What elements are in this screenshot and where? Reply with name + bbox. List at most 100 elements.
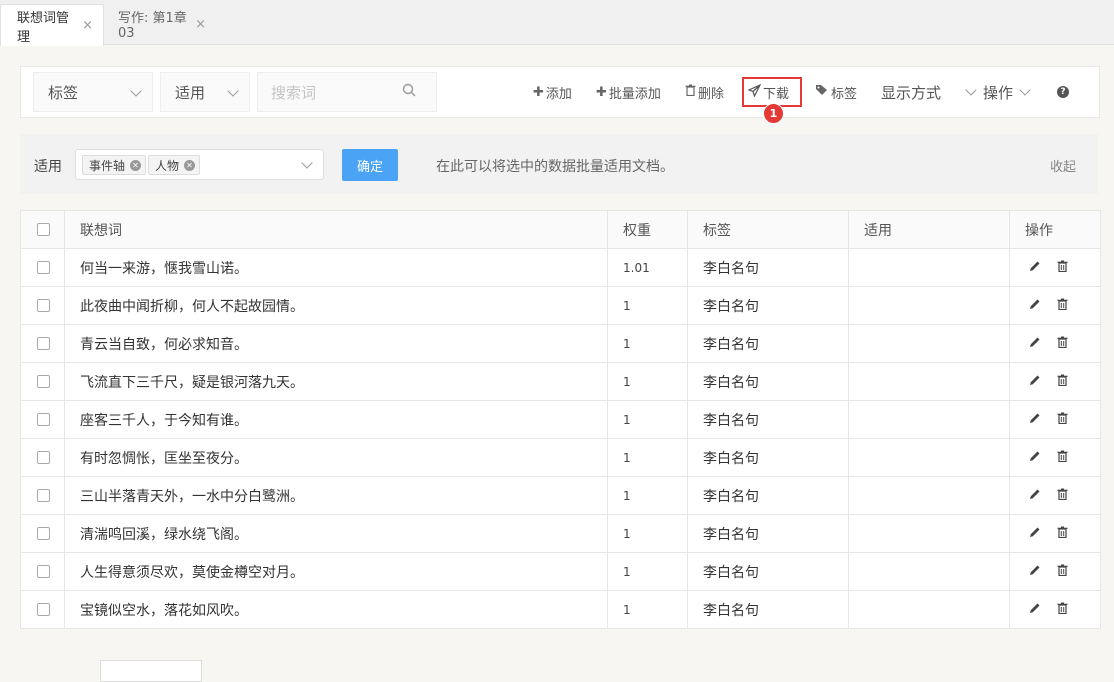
table-row[interactable]: 飞流直下三千尺，疑是银河落九天。 1 李白名句 — [20, 362, 1101, 401]
collapse-link[interactable]: 收起 — [1050, 156, 1076, 175]
cell-tag: 李白名句 — [687, 552, 849, 591]
row-checkbox[interactable] — [37, 261, 50, 274]
edit-icon[interactable] — [1029, 298, 1041, 314]
batch-add-button[interactable]: ✚ 批量添加 — [596, 67, 661, 117]
cell-apply — [848, 552, 1010, 591]
edit-icon[interactable] — [1029, 374, 1041, 390]
row-checkbox[interactable] — [37, 527, 50, 540]
delete-icon[interactable] — [1057, 336, 1068, 352]
tag-button[interactable]: 标签 — [815, 67, 857, 117]
association-word-table: 联想词 权重 标签 适用 操作 何当一来游，惬我雪山诺。 1.01 李白名句 此夜曲中… — [20, 210, 1101, 629]
row-checkbox[interactable] — [37, 603, 50, 616]
row-checkbox[interactable] — [37, 565, 50, 578]
chevron-down-icon — [301, 157, 313, 169]
batch-add-label: 批量添加 — [608, 86, 661, 102]
cell-actions — [1009, 324, 1101, 363]
search-input[interactable] — [258, 73, 393, 113]
cell-tag: 李白名句 — [687, 286, 849, 325]
table-row[interactable]: 何当一来游，惬我雪山诺。 1.01 李白名句 — [20, 248, 1101, 287]
delete-icon[interactable] — [1057, 564, 1068, 580]
header-actions: 操作 — [1009, 210, 1101, 249]
delete-icon[interactable] — [1057, 374, 1068, 390]
table-row[interactable]: 有时忽惆怅，匡坐至夜分。 1 李白名句 — [20, 438, 1101, 477]
edit-icon[interactable] — [1029, 564, 1041, 580]
row-checkbox[interactable] — [37, 375, 50, 388]
row-checkbox[interactable] — [37, 451, 50, 464]
add-button[interactable]: ✚ 添加 — [533, 67, 572, 117]
remove-chip-icon[interactable]: ✕ — [130, 159, 142, 171]
page-size-select[interactable] — [100, 660, 202, 682]
cell-weight: 1 — [607, 514, 688, 553]
row-checkbox[interactable] — [37, 489, 50, 502]
plus-icon: ✚ — [596, 84, 607, 100]
display-mode-label: 显示方式 — [881, 83, 942, 102]
tag-filter-select[interactable]: 标签 — [33, 72, 153, 112]
close-icon[interactable]: × — [82, 18, 103, 33]
confirm-button[interactable]: 确定 — [342, 149, 398, 181]
table-row[interactable]: 宝镜似空水，落花如风吹。 1 李白名句 — [20, 590, 1101, 629]
remove-chip-icon[interactable]: ✕ — [184, 159, 196, 171]
header-word[interactable]: 联想词 — [64, 210, 608, 249]
delete-icon[interactable] — [1057, 450, 1068, 466]
delete-icon[interactable] — [1057, 602, 1068, 618]
row-checkbox[interactable] — [37, 299, 50, 312]
delete-icon[interactable] — [1057, 412, 1068, 428]
table-row[interactable]: 三山半落青天外，一水中分白鹭洲。 1 李白名句 — [20, 476, 1101, 515]
edit-icon[interactable] — [1029, 450, 1041, 466]
tab-writing[interactable]: 写作: 第1章03 × — [102, 4, 216, 44]
help-icon: ? — [1057, 86, 1069, 98]
cell-tag: 李白名句 — [687, 400, 849, 439]
display-mode-dropdown[interactable]: 显示方式 — [881, 67, 977, 117]
row-checkbox[interactable] — [37, 337, 50, 350]
cell-actions — [1009, 286, 1101, 325]
apply-filter-label: 适用 — [175, 83, 206, 102]
cell-weight: 1 — [607, 552, 688, 591]
table-row[interactable]: 青云当自致，何必求知音。 1 李白名句 — [20, 324, 1101, 363]
apply-hint: 在此可以将选中的数据批量适用文档。 — [436, 159, 674, 175]
header-apply[interactable]: 适用 — [848, 210, 1010, 249]
table-row[interactable]: 此夜曲中闻折柳，何人不起故园情。 1 李白名句 — [20, 286, 1101, 325]
header-weight[interactable]: 权重 — [607, 210, 688, 249]
row-checkbox[interactable] — [37, 413, 50, 426]
edit-icon[interactable] — [1029, 488, 1041, 504]
delete-button[interactable]: 删除 — [685, 67, 724, 117]
tab-bar: 联想词管理 × 写作: 第1章03 × — [0, 0, 1114, 46]
table-row[interactable]: 人生得意须尽欢，莫使金樽空对月。 1 李白名句 — [20, 552, 1101, 591]
operations-label: 操作 — [983, 83, 1014, 102]
apply-label: 适用 — [34, 159, 62, 175]
edit-icon[interactable] — [1029, 602, 1041, 618]
search-icon[interactable] — [402, 83, 417, 102]
delete-icon[interactable] — [1057, 488, 1068, 504]
cell-tag: 李白名句 — [687, 476, 849, 515]
cell-actions — [1009, 248, 1101, 287]
table-row[interactable]: 座客三千人，于今知有谁。 1 李白名句 — [20, 400, 1101, 439]
edit-icon[interactable] — [1029, 526, 1041, 542]
apply-target-select[interactable]: 事件轴 ✕ 人物 ✕ — [75, 149, 324, 180]
search-box — [257, 72, 437, 113]
chevron-down-icon — [1019, 84, 1031, 96]
tab-association-words[interactable]: 联想词管理 × — [0, 4, 104, 46]
operations-dropdown[interactable]: 操作 — [983, 67, 1031, 117]
delete-icon[interactable] — [1057, 298, 1068, 314]
table-row[interactable]: 清湍鸣回溪，绿水绕飞阁。 1 李白名句 — [20, 514, 1101, 553]
cell-word: 此夜曲中闻折柳，何人不起故园情。 — [64, 286, 608, 325]
cell-apply — [848, 324, 1010, 363]
chevron-down-icon — [227, 85, 239, 97]
header-tag[interactable]: 标签 — [687, 210, 849, 249]
cell-actions — [1009, 362, 1101, 401]
edit-icon[interactable] — [1029, 336, 1041, 352]
delete-icon[interactable] — [1057, 526, 1068, 542]
cell-actions — [1009, 476, 1101, 515]
apply-filter-select[interactable]: 适用 — [160, 72, 250, 112]
select-all-checkbox[interactable] — [37, 223, 50, 236]
tab-label: 写作: 第1章03 — [118, 11, 187, 41]
edit-icon[interactable] — [1029, 412, 1041, 428]
delete-icon[interactable] — [1057, 260, 1068, 276]
tab-label: 联想词管理 — [17, 10, 70, 45]
cell-weight: 1.01 — [607, 248, 688, 287]
cell-word: 有时忽惆怅，匡坐至夜分。 — [64, 438, 608, 477]
cell-apply — [848, 438, 1010, 477]
help-button[interactable]: ? — [1057, 67, 1069, 117]
close-icon[interactable]: × — [195, 17, 216, 32]
edit-icon[interactable] — [1029, 260, 1041, 276]
